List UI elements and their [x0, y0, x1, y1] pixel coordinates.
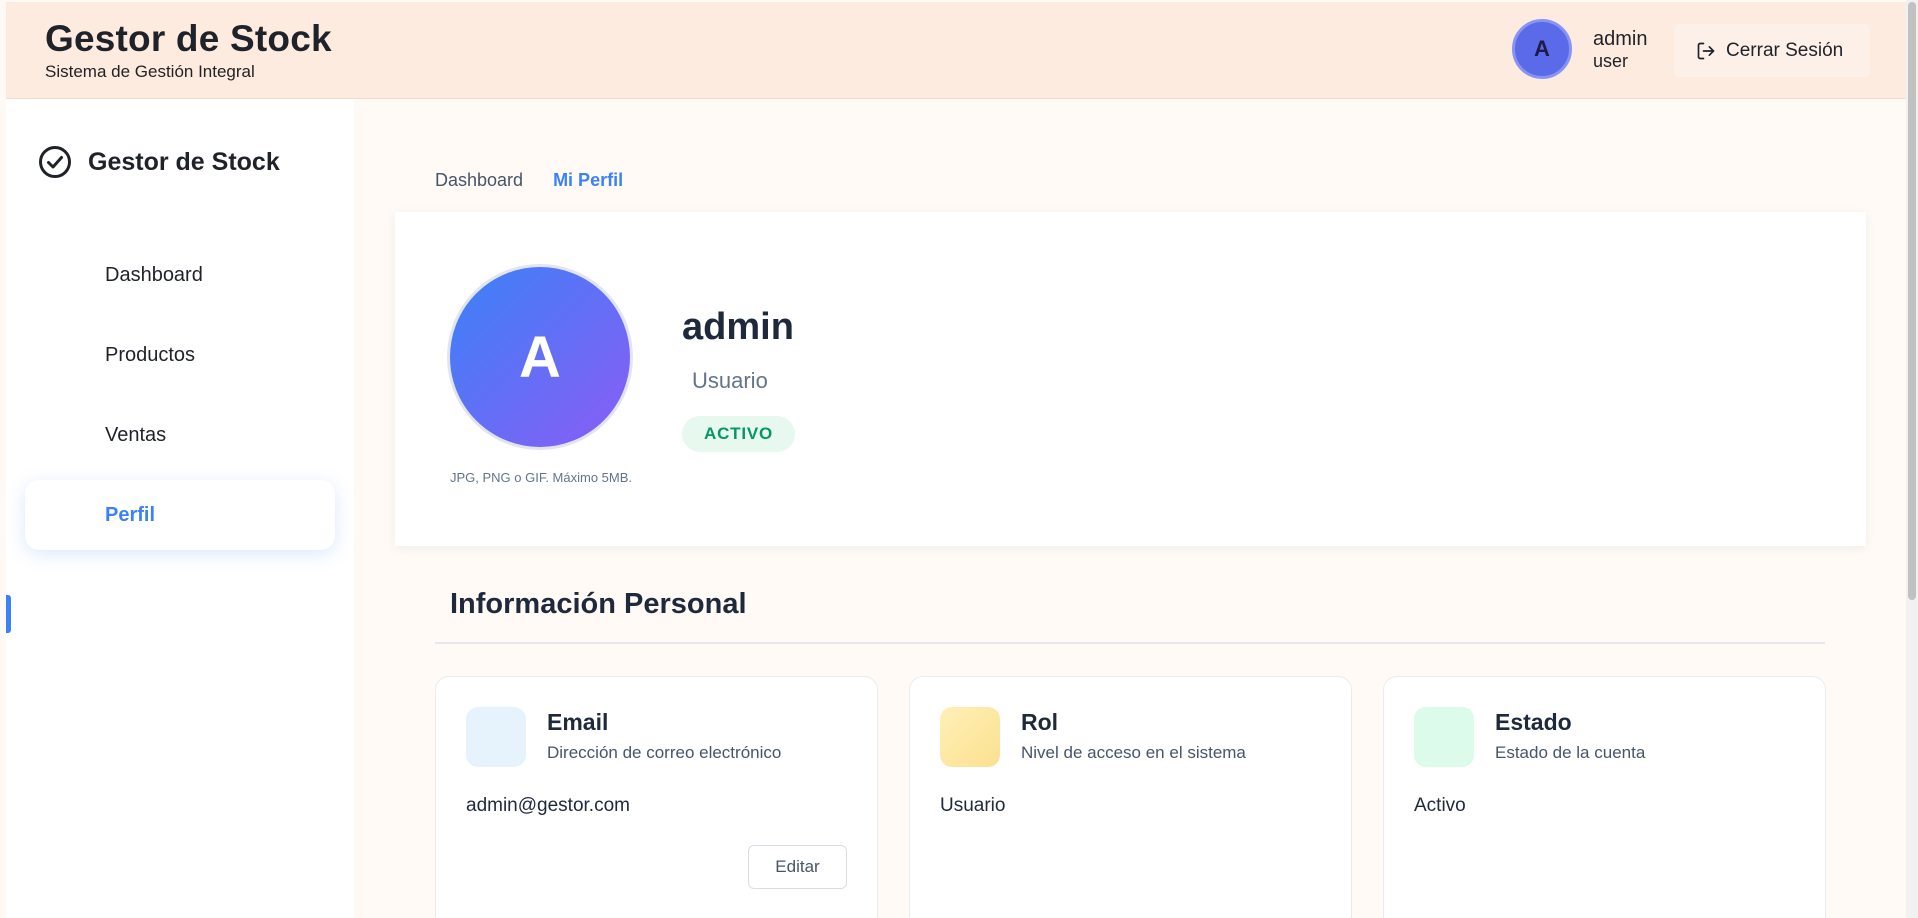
edit-email-button[interactable]: Editar	[748, 845, 847, 889]
page-scrollbar[interactable]	[1906, 0, 1918, 918]
info-card-description: Estado de la cuenta	[1495, 743, 1646, 762]
sidebar-item-label: Productos	[105, 343, 196, 366]
header-user-role: user	[1593, 51, 1629, 71]
app-window: Gestor de Stock Sistema de Gestión Integ…	[0, 0, 1918, 918]
profile-avatar[interactable]: A	[447, 264, 633, 450]
info-card-description: Dirección de correo electrónico	[547, 743, 782, 762]
section-divider	[435, 642, 1825, 644]
info-card-description: Nivel de acceso en el sistema	[1021, 743, 1246, 762]
sidebar-item-perfil[interactable]: Perfil	[25, 480, 335, 550]
sidebar-item-label: Ventas	[105, 423, 167, 446]
info-card-value: Usuario	[940, 795, 1006, 816]
info-card-value: Activo	[1414, 795, 1466, 816]
avatar-upload-hint: JPG, PNG o GIF. Máximo 5MB.	[449, 470, 633, 485]
profile-card: A JPG, PNG o GIF. Máximo 5MB. admin Usua…	[395, 212, 1866, 546]
info-card-estado: Estado Estado de la cuenta Activo	[1383, 676, 1826, 918]
sidebar-item-dashboard[interactable]: Dashboard	[25, 240, 335, 310]
header-user-info: admin user	[1593, 28, 1647, 72]
sidebar-item-label: Dashboard	[105, 263, 203, 286]
sidebar: Gestor de Stock Dashboard Productos Vent…	[6, 99, 354, 918]
info-card-value: admin@gestor.com	[466, 795, 630, 816]
breadcrumb-current: Mi Perfil	[553, 170, 624, 190]
header-username: admin	[1593, 28, 1648, 50]
header-avatar[interactable]: A	[1512, 19, 1572, 79]
active-indicator	[6, 595, 11, 633]
info-card-rol: Rol Nivel de acceso en el sistema Usuari…	[909, 676, 1352, 918]
status-badge: ACTIVO	[682, 416, 796, 452]
sidebar-brand[interactable]: Gestor de Stock	[38, 145, 280, 179]
check-circle-icon	[39, 146, 71, 178]
breadcrumb-dashboard[interactable]: Dashboard	[435, 170, 523, 191]
sidebar-item-ventas[interactable]: Ventas	[25, 400, 335, 470]
role-icon	[940, 707, 1000, 767]
sidebar-brand-label: Gestor de Stock	[88, 147, 280, 176]
info-card-title: Estado	[1495, 709, 1572, 735]
logout-button[interactable]: Cerrar Sesión	[1674, 24, 1870, 77]
top-header: Gestor de Stock Sistema de Gestión Integ…	[6, 2, 1906, 99]
logout-label: Cerrar Sesión	[1726, 39, 1844, 61]
sidebar-item-label: Perfil	[105, 503, 156, 526]
section-title: Información Personal	[450, 588, 747, 620]
profile-role: Usuario	[692, 368, 768, 393]
status-icon	[1414, 707, 1474, 767]
app-subtitle: Sistema de Gestión Integral	[45, 62, 255, 81]
logout-icon	[1697, 42, 1715, 59]
info-card-email: Email Dirección de correo electrónico ad…	[435, 676, 878, 918]
profile-name: admin	[682, 306, 794, 348]
info-card-title: Email	[547, 709, 609, 735]
scrollbar-thumb[interactable]	[1908, 2, 1916, 600]
app-title: Gestor de Stock	[45, 18, 332, 59]
breadcrumb: Dashboard Mi Perfil	[435, 170, 623, 191]
sidebar-item-productos[interactable]: Productos	[25, 320, 335, 390]
info-card-title: Rol	[1021, 709, 1059, 735]
email-icon	[466, 707, 526, 767]
